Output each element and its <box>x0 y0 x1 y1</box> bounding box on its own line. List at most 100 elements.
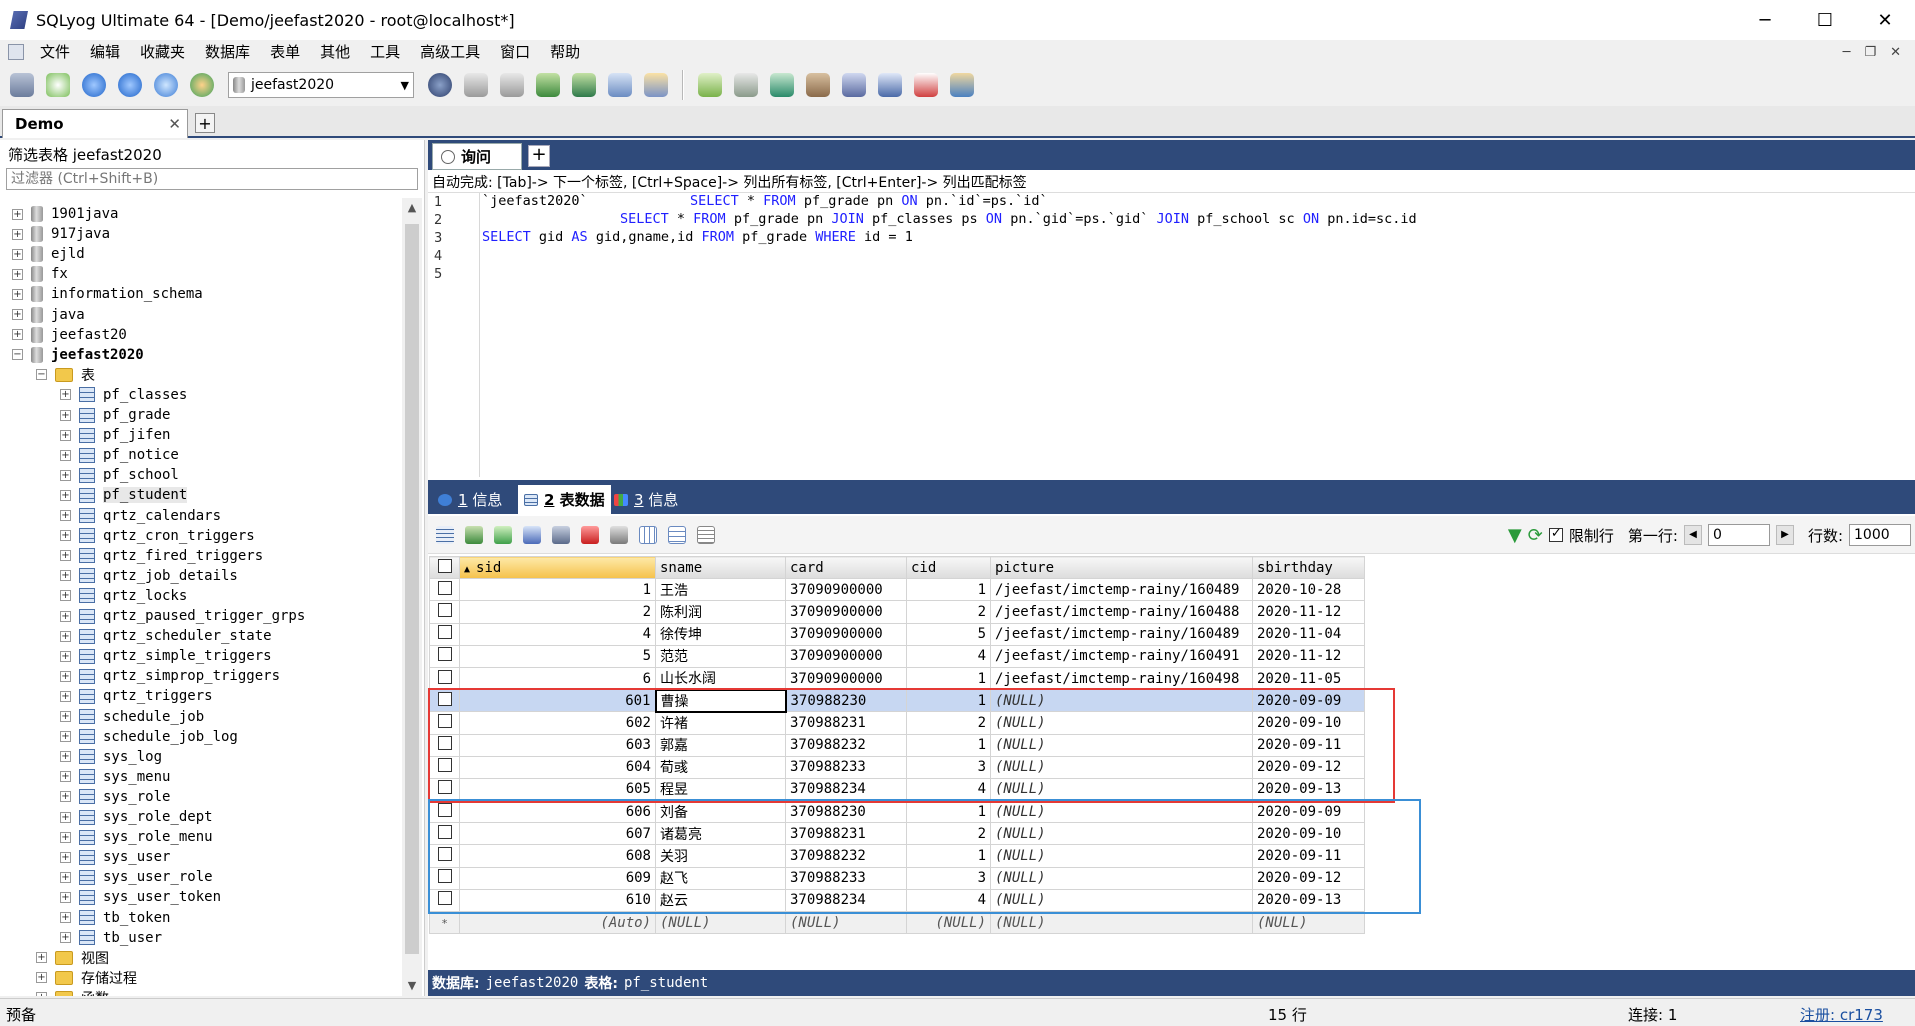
expand-icon[interactable]: + <box>36 972 47 984</box>
tree-table-pf_school[interactable]: + pf_school <box>60 465 179 485</box>
new-connection-icon[interactable] <box>6 69 38 101</box>
tree-db-information_schema[interactable]: + information_schema <box>12 284 203 304</box>
expand-icon[interactable]: + <box>60 851 71 863</box>
execute-icon[interactable] <box>78 69 110 101</box>
cell-sid[interactable]: (Auto) <box>459 910 656 935</box>
expand-icon[interactable]: + <box>60 630 71 642</box>
tree-db-fx[interactable]: + fx <box>12 264 68 284</box>
insert-row-icon[interactable] <box>490 522 516 548</box>
cell-picture[interactable]: (NULL) <box>990 910 1253 935</box>
menu-help[interactable]: 帮助 <box>540 40 590 64</box>
tree-table-tb_token[interactable]: + tb_token <box>60 908 170 928</box>
scrollbar-thumb[interactable] <box>405 224 419 954</box>
expand-icon[interactable]: + <box>60 831 71 843</box>
minimize-button[interactable]: ─ <box>1735 0 1795 40</box>
execute-all-icon[interactable] <box>114 69 146 101</box>
collapse-icon[interactable]: − <box>12 349 23 361</box>
cell-cid[interactable]: 4 <box>906 644 991 668</box>
tree-db-ejld[interactable]: + ejld <box>12 244 85 264</box>
expand-icon[interactable]: + <box>60 871 71 883</box>
tree-table-pf_notice[interactable]: + pf_notice <box>60 445 179 465</box>
expand-icon[interactable]: + <box>60 429 71 441</box>
cell-cid[interactable]: 5 <box>906 622 991 646</box>
expand-icon[interactable]: + <box>36 992 47 996</box>
cell-picture[interactable]: /jeefast/imctemp-rainy/160489 <box>990 622 1253 646</box>
collapse-icon[interactable]: − <box>36 369 47 381</box>
expand-icon[interactable]: + <box>60 912 71 923</box>
mdi-minimize-icon[interactable]: ─ <box>1843 45 1851 60</box>
row-count-input[interactable]: 1000 <box>1849 524 1911 546</box>
expand-icon[interactable]: + <box>60 670 71 682</box>
cell-card[interactable]: 37090900000 <box>785 600 907 624</box>
export-result-icon[interactable] <box>461 522 487 548</box>
tree-folder-1[interactable]: + 存储过程 <box>36 968 137 988</box>
export-icon[interactable] <box>568 69 600 101</box>
expand-icon[interactable]: + <box>60 510 71 521</box>
tree-table-sys_log[interactable]: + sys_log <box>60 747 162 767</box>
tree-table-sys_user[interactable]: + sys_user <box>60 847 170 867</box>
row-checkbox[interactable] <box>429 600 460 624</box>
expand-icon[interactable]: + <box>12 268 23 280</box>
first-row-input[interactable]: 0 <box>1707 524 1770 546</box>
stop-icon[interactable] <box>150 69 182 101</box>
menu-window[interactable]: 窗口 <box>490 40 540 64</box>
expand-icon[interactable]: + <box>60 530 71 542</box>
sort-asc-icon[interactable]: ▲ <box>464 564 476 575</box>
menu-tools[interactable]: 工具 <box>360 40 410 64</box>
expand-icon[interactable]: + <box>60 590 71 602</box>
cell-card[interactable]: (NULL) <box>785 910 907 935</box>
tree-table-sys_menu[interactable]: + sys_menu <box>60 767 170 787</box>
row-checkbox[interactable] <box>429 622 460 646</box>
table-row[interactable]: 6 山长水阔 37090900000 1/jeefast/imctemp-rainy/… <box>429 666 1365 691</box>
result-tab-info[interactable]: 3 信息 <box>608 485 684 514</box>
duplicate-row-icon[interactable] <box>519 522 545 548</box>
expand-icon[interactable]: + <box>60 610 71 622</box>
sql-editor[interactable]: 1 2 3 4 5 `jeefast2020` SELECT * FROM pf… <box>428 192 1915 477</box>
scheduled-backup-icon[interactable] <box>838 69 870 101</box>
tree-table-pf_classes[interactable]: + pf_classes <box>60 385 187 405</box>
expand-icon[interactable]: + <box>60 550 71 562</box>
next-page-icon[interactable]: ▶ <box>1775 525 1794 545</box>
tree-table-tb_user[interactable]: + tb_user <box>60 928 162 948</box>
table-row[interactable]: 1 王浩 37090900000 1/jeefast/imctemp-rainy/16… <box>429 578 1365 602</box>
expand-icon[interactable]: + <box>12 329 23 341</box>
new-query-icon[interactable] <box>42 69 74 101</box>
user-manager-icon[interactable] <box>424 69 456 101</box>
expand-icon[interactable]: + <box>60 449 71 461</box>
column-header-sname[interactable]: sname <box>655 555 786 580</box>
tree-db-java[interactable]: + java <box>12 305 85 325</box>
menu-table[interactable]: 表单 <box>260 40 310 64</box>
column-header-sid[interactable]: ▲ sid <box>459 555 656 580</box>
tree-db-jeefast2020[interactable]: − jeefast2020 <box>12 345 144 365</box>
table-row[interactable]: 4 徐传坤 37090900000 5/jeefast/imctemp-rainy/1… <box>429 622 1365 646</box>
cell-sid[interactable]: 5 <box>459 644 656 668</box>
refresh-icon[interactable] <box>186 69 218 101</box>
tree-table-sys_user_token[interactable]: + sys_user_token <box>60 887 221 907</box>
expand-icon[interactable]: + <box>60 389 71 401</box>
expand-icon[interactable]: + <box>60 731 71 743</box>
tree-table-qrtz_simprop_triggers[interactable]: + qrtz_simprop_triggers <box>60 666 280 686</box>
cell-sbirthday[interactable]: 2020-11-05 <box>1252 666 1365 691</box>
expand-icon[interactable]: + <box>60 690 71 702</box>
menu-advanced-tools[interactable]: 高级工具 <box>410 40 490 64</box>
expand-icon[interactable]: + <box>12 288 23 300</box>
cell-card[interactable]: 37090900000 <box>785 644 907 668</box>
cell-picture[interactable]: /jeefast/imctemp-rainy/160498 <box>990 666 1253 691</box>
chevron-down-icon[interactable]: ▼ <box>401 79 413 92</box>
grid-view-icon[interactable] <box>635 522 661 548</box>
column-header-picture[interactable]: picture <box>990 555 1253 580</box>
document-icon[interactable] <box>8 44 24 60</box>
expand-icon[interactable]: + <box>60 409 71 421</box>
cell-picture[interactable]: /jeefast/imctemp-rainy/160488 <box>990 600 1253 624</box>
filter-input[interactable]: 过滤器 (Ctrl+Shift+B) <box>6 168 418 190</box>
new-connection-tab-button[interactable]: + <box>195 113 215 133</box>
tree-table-qrtz_paused_trigger_grps[interactable]: + qrtz_paused_trigger_grps <box>60 606 305 626</box>
menu-database[interactable]: 数据库 <box>195 40 260 64</box>
expand-icon[interactable]: + <box>60 932 71 944</box>
add-query-tab-button[interactable]: + <box>528 145 550 167</box>
new-row-marker[interactable]: * <box>429 910 460 935</box>
cell-sname[interactable]: 徐传坤 <box>655 622 786 646</box>
query-builder-icon[interactable] <box>874 69 906 101</box>
limit-rows-checkbox[interactable] <box>1548 526 1563 542</box>
cell-picture[interactable]: /jeefast/imctemp-rainy/160491 <box>990 644 1253 668</box>
